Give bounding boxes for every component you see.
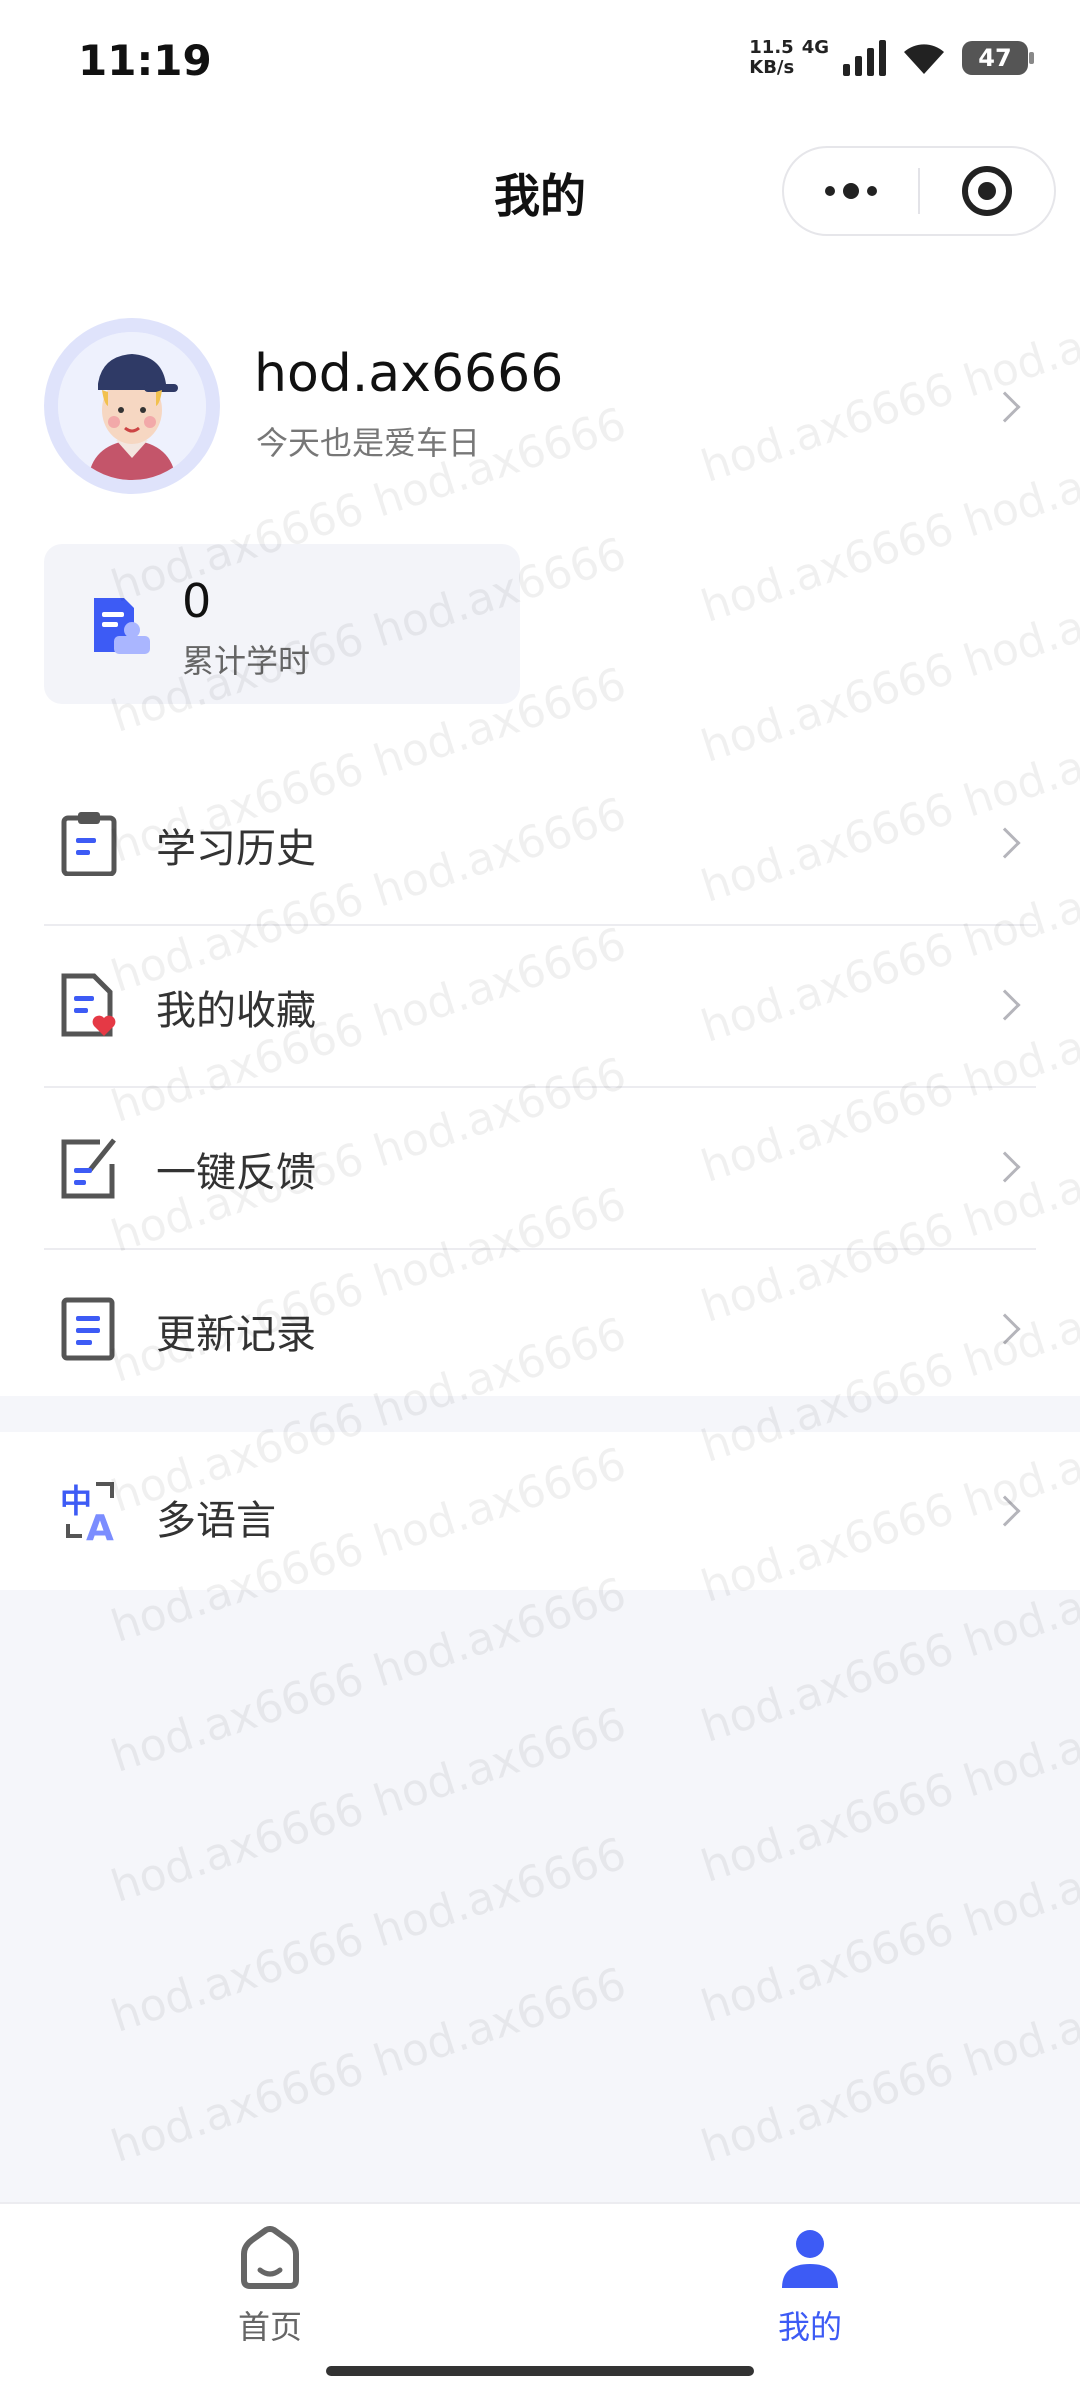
menu-item-language[interactable]: 中 A 多语言 [0,1432,1080,1590]
watermark-text: hod.ax6666 hod.ax6666 [105,1958,633,2173]
chevron-right-icon [989,391,1021,423]
watermark-text: hod.ax6666 hod.ax6666 [695,1958,1080,2173]
network-speed: 11.5 4G KB/s [749,38,829,78]
menu-label-language: 多语言 [156,1498,276,1544]
mini-program-capsule [782,146,1056,236]
more-dots-icon [825,183,877,199]
person-icon [782,2230,838,2288]
menu-item-favorites[interactable]: 我的收藏 [0,926,1080,1088]
net-type: 4G [801,37,829,58]
tab-label-home: 首页 [237,2308,302,2346]
menu-list: 学习历史 我的收藏 一键反馈 更新记录 [0,764,1080,1412]
chevron-right-icon [989,827,1021,859]
menu-item-update-log[interactable]: 更新记录 [0,1250,1080,1412]
avatar[interactable] [44,318,220,494]
study-hours-label: 累计学时 [182,642,311,680]
status-time: 11:19 [78,36,212,85]
profile-page: 11:19 11.5 4G KB/s 47 我的 hod.ax6666 今天也是… [0,0,1080,2400]
avatar-illustration-icon [58,332,206,480]
feedback-edit-icon [61,1138,116,1199]
chevron-right-icon [989,989,1021,1021]
clipboard-icon [61,812,117,876]
close-mini-program-button[interactable] [920,148,1054,234]
menu-label-feedback: 一键反馈 [156,1150,316,1196]
username: hod.ax6666 [254,344,564,404]
menu-label-favorites: 我的收藏 [156,988,316,1034]
menu-label-update-log: 更新记录 [156,1312,316,1358]
net-speed-unit: KB/s [749,57,795,78]
watermark-text: hod.ax6666 hod.ax6666 [105,1698,633,1913]
translate-icon: 中 A [60,1482,114,1544]
menu-item-feedback[interactable]: 一键反馈 [0,1088,1080,1250]
main-content: hod.ax6666 今天也是爱车日 0 累计学时 学习历史 我的收藏 一键反馈… [0,254,1080,1396]
signal-icon [843,40,886,76]
watermark-text: hod.ax6666 hod.ax6666 [695,1678,1080,1893]
net-speed-value: 11.5 [749,37,794,58]
target-icon [962,166,1012,216]
status-bar: 11:19 11.5 4G KB/s 47 [0,0,1080,130]
chevron-right-icon [989,1313,1021,1345]
watermark-text: hod.ax6666 hod.ax6666 [695,1818,1080,2033]
tab-label-mine: 我的 [777,2308,842,2346]
battery-level: 47 [978,44,1012,72]
svg-text:A: A [86,1508,114,1544]
tab-mine[interactable]: 我的 [710,2226,910,2348]
status-indicators: 11.5 4G KB/s 47 [749,38,1034,78]
battery-icon: 47 [962,41,1034,75]
chevron-right-icon [989,1151,1021,1183]
update-log-icon [61,1297,115,1361]
favorite-document-icon [61,973,116,1037]
profile-slogan: 今天也是爱车日 [256,424,481,462]
home-icon [241,2226,299,2289]
study-hours-card[interactable]: 0 累计学时 [44,544,520,704]
home-indicator[interactable] [326,2366,754,2376]
profile-header[interactable]: hod.ax6666 今天也是爱车日 [0,318,1080,498]
study-hours-value: 0 [182,574,212,628]
nav-bar: 我的 [0,130,1080,254]
menu-label-study-history: 学习历史 [156,826,316,872]
study-hours-icon [94,598,150,654]
menu-item-study-history[interactable]: 学习历史 [0,764,1080,926]
chevron-right-icon [989,1495,1021,1527]
tab-home[interactable]: 首页 [170,2226,370,2348]
wifi-icon [904,44,944,74]
watermark-text: hod.ax6666 hod.ax6666 [105,1828,633,2043]
watermark-text: hod.ax6666 hod.ax6666 [105,1568,633,1783]
more-button[interactable] [784,148,918,234]
